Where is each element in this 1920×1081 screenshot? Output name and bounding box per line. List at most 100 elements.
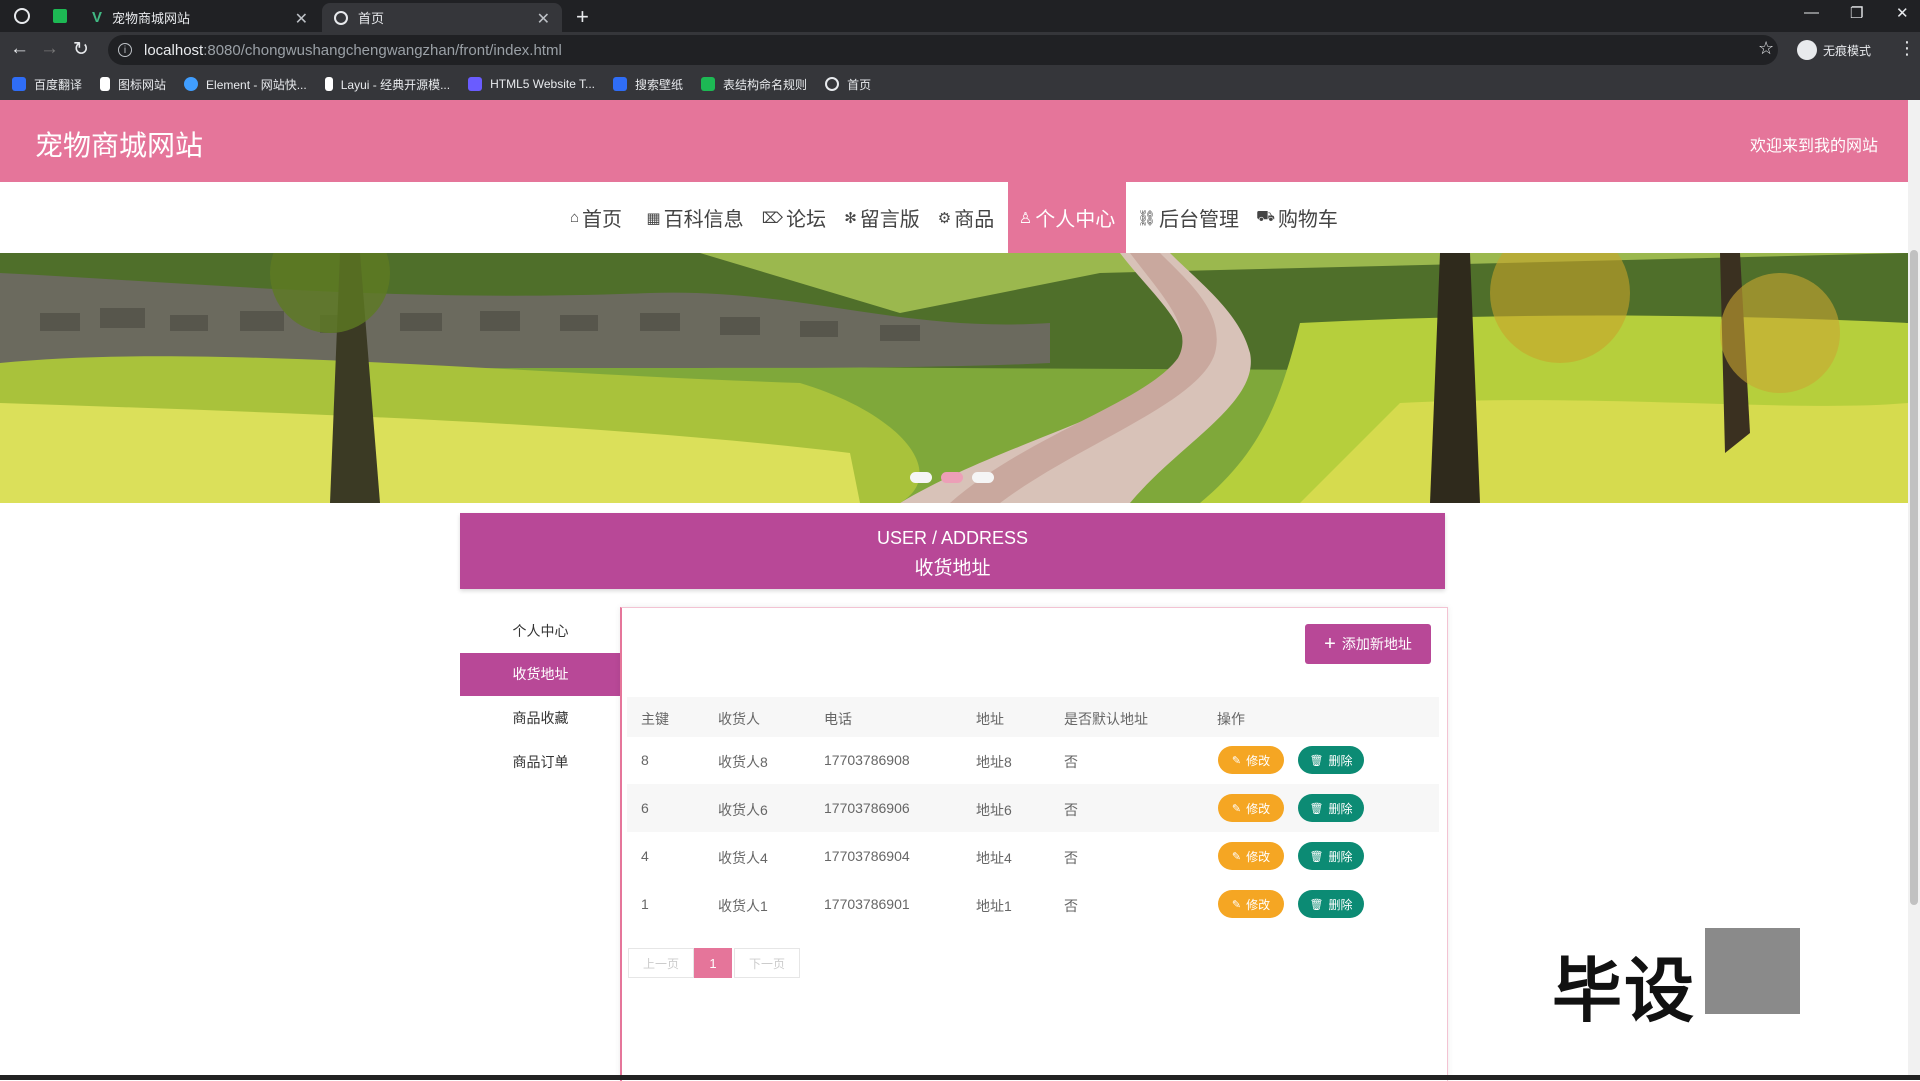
bottom-edge (0, 1075, 1920, 1080)
bookmark-item[interactable]: Layui - 经典开源模... (324, 76, 450, 93)
pagination-next-button[interactable]: 下一页 (734, 948, 800, 978)
close-icon[interactable]: ✕ (295, 9, 308, 29)
blurred-region (1705, 928, 1800, 1014)
col-header-phone: 电话 (824, 711, 852, 727)
nav-products[interactable]: ⚙ 商品 (934, 182, 998, 253)
col-header-actions: 操作 (1217, 711, 1245, 727)
info-icon[interactable]: i (118, 43, 132, 57)
nav-user-center[interactable]: ♙ 个人中心 (1008, 182, 1126, 253)
pagination-prev-button[interactable]: 上一页 (628, 948, 694, 978)
bookmark-item[interactable]: 图标网站 (100, 76, 166, 93)
bookmark-item[interactable]: 首页 (825, 76, 871, 93)
url-text: localhost:8080/chongwushangchengwangzhan… (144, 41, 562, 59)
table-cell-default: 否 (1064, 802, 1078, 818)
table-cell-phone: 17703786904 (824, 848, 910, 864)
globe-icon (825, 77, 840, 91)
settings-icon: ⚙ (937, 209, 952, 227)
add-address-button[interactable]: + 添加新地址 (1305, 624, 1431, 664)
side-menu-user-center[interactable]: 个人中心 (460, 610, 621, 653)
side-menu-orders[interactable]: 商品订单 (460, 741, 621, 784)
section-title-cn: 收货地址 (914, 558, 991, 579)
table-cell-id: 1 (641, 896, 649, 912)
nav-cart[interactable]: ⛟ 购物车 (1254, 182, 1340, 253)
nav-message-board[interactable]: ✻ 留言版 (838, 182, 926, 253)
table-cell-address: 地址8 (976, 754, 1012, 770)
delete-button[interactable]: 🗑 删除 (1298, 746, 1364, 774)
sheet-app-icon (53, 9, 67, 23)
table-cell-address: 地址1 (976, 898, 1012, 914)
side-menu-favorites[interactable]: 商品收藏 (460, 697, 621, 740)
table-cell-default: 否 (1064, 850, 1078, 866)
tab-title: 首页 (358, 11, 385, 26)
side-menu-address[interactable]: 收货地址 (460, 653, 621, 696)
grid-icon: ▦ (646, 209, 661, 227)
table-cell-receiver: 收货人8 (718, 754, 768, 770)
element-icon (184, 77, 199, 91)
browser-menu-icon[interactable]: ⋮ (1898, 38, 1916, 59)
wallpaper-icon (613, 77, 628, 91)
site-title: 宠物商城网站 (35, 130, 204, 161)
table-cell-id: 6 (641, 800, 649, 816)
translate-icon (12, 77, 26, 91)
delete-button[interactable]: 🗑 删除 (1298, 890, 1364, 918)
table-cell-phone: 17703786906 (824, 800, 910, 816)
main-nav: ⌂ 首页 ▦ 百科信息 ⌦ 论坛 ✻ 留言版 ⚙ 商品 ♙ 个人中心 ⛓ 后台管理 ⛟ 购物车 (0, 182, 1908, 253)
minimize-button[interactable]: — (1804, 4, 1819, 21)
nav-admin[interactable]: ⛓ 后台管理 (1134, 182, 1242, 253)
edit-button[interactable]: ✎ 修改 (1218, 746, 1284, 774)
browser-tab-strip: V 宠物商城网站 ✕ 首页 ✕ + — ❐ ✕ (0, 0, 1920, 32)
welcome-text: 欢迎来到我的网站 (1749, 138, 1878, 155)
table-cell-default: 否 (1064, 898, 1078, 914)
snowflake-icon: ✻ (844, 209, 857, 227)
bookmark-item[interactable]: 百度翻译 (12, 76, 82, 93)
window-close-button[interactable]: ✕ (1896, 4, 1909, 22)
bookmark-item[interactable]: Element - 网站快... (184, 76, 307, 93)
slide-dot-active[interactable] (941, 472, 963, 483)
page-scrollbar[interactable] (1908, 100, 1920, 1080)
delete-button[interactable]: 🗑 删除 (1298, 794, 1364, 822)
trash-icon: 🗑 (1309, 802, 1324, 815)
slide-dot[interactable] (972, 472, 994, 483)
nav-forum[interactable]: ⌦ 论坛 (760, 182, 828, 253)
back-button[interactable]: ← (10, 38, 29, 60)
flag-icon (100, 77, 111, 91)
layui-icon (324, 77, 333, 91)
col-header-address: 地址 (976, 711, 1004, 727)
watermark-text: 毕设 (1552, 952, 1696, 1030)
hero-banner[interactable] (0, 253, 1908, 503)
link-icon: ⛓ (1136, 209, 1157, 227)
browser-tab-shop[interactable]: V 宠物商城网站 ✕ (80, 3, 320, 32)
edit-button[interactable]: ✎ 修改 (1218, 842, 1284, 870)
bookmark-item[interactable]: 表结构命名规则 (701, 76, 807, 93)
new-tab-button[interactable]: + (576, 4, 589, 30)
slide-dot[interactable] (910, 472, 932, 483)
section-title: USER / ADDRESS 收货地址 (460, 513, 1445, 589)
browser-tab-home[interactable]: 首页 ✕ (322, 3, 562, 32)
delete-button[interactable]: 🗑 删除 (1298, 842, 1364, 870)
plus-icon: + (1324, 632, 1336, 655)
scrollbar-thumb[interactable] (1910, 250, 1918, 905)
nav-encyclopedia[interactable]: ▦ 百科信息 (642, 182, 748, 253)
trash-icon: 🗑 (1309, 754, 1324, 767)
bookmark-item[interactable]: HTML5 Website T... (468, 77, 595, 91)
pagination-current-page[interactable]: 1 (694, 948, 732, 978)
edit-button[interactable]: ✎ 修改 (1218, 890, 1284, 918)
table-cell-receiver: 收货人6 (718, 802, 768, 818)
forward-button[interactable]: → (40, 38, 59, 60)
bookmark-star-icon[interactable]: ☆ (1758, 38, 1774, 59)
pencil-icon: ✎ (1231, 754, 1242, 767)
home-icon: ⌂ (569, 209, 580, 226)
reload-button[interactable]: ↻ (73, 38, 89, 61)
edit-button[interactable]: ✎ 修改 (1218, 794, 1284, 822)
nav-home[interactable]: ⌂ 首页 (562, 182, 630, 253)
close-icon[interactable]: ✕ (537, 9, 550, 29)
bookmarks-bar: 百度翻译 图标网站 Element - 网站快... Layui - 经典开源模… (0, 68, 1920, 100)
pencil-icon: ✎ (1231, 850, 1242, 863)
address-bar[interactable]: i localhost:8080/chongwushangchengwangzh… (108, 35, 1778, 65)
section-title-en: USER / ADDRESS (876, 528, 1029, 548)
bookmark-item[interactable]: 搜索壁纸 (613, 76, 683, 93)
browser-app-icon (14, 8, 30, 24)
table-cell-phone: 17703786901 (824, 896, 910, 912)
incognito-indicator[interactable]: 无痕模式 (1797, 40, 1871, 60)
restore-button[interactable]: ❐ (1850, 4, 1863, 22)
